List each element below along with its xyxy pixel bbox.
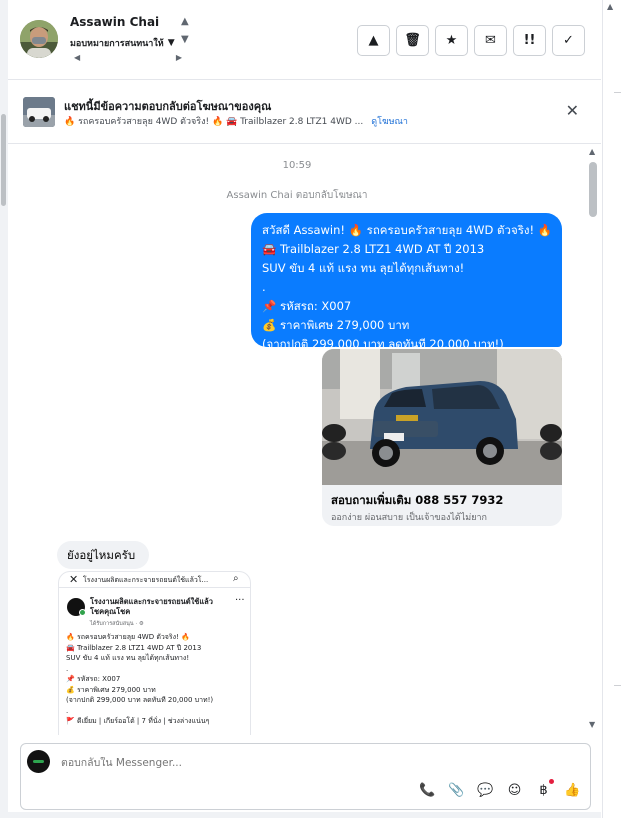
ad-reply-banner: แชทนี้มีข้อความตอบกลับต่อโฆษณาของคุณ 🔥 ร…: [8, 80, 601, 144]
attach-button[interactable]: 📎: [448, 782, 465, 798]
scroll-up-icon[interactable]: ▲: [181, 16, 189, 27]
conversation-header: Assawin Chai มอบหมายการสนทนาให้ ▼ ◀ ▶ ▲ …: [8, 0, 601, 80]
chat-bubble-icon: 💬: [477, 782, 494, 798]
star-icon: ★: [445, 33, 458, 48]
phone-plus-icon: 📞: [419, 782, 436, 798]
outgoing-message-line: 📌 รหัสรถ: X007: [262, 299, 352, 313]
message-composer: 📞 📎 💬 ☺ ฿ 👍: [20, 743, 591, 810]
shared-post-line: 📌 รหัสรถ: X007: [66, 675, 121, 683]
emoji-button[interactable]: ☺: [507, 782, 522, 798]
shared-post-line: (จากปกติ 299,000 บาท ลดทันที 20,000 บาท!…: [66, 696, 214, 704]
payment-button[interactable]: ฿: [536, 779, 554, 798]
outgoing-message-line: 💰 ราคาพิเศษ 279,000 บาท: [262, 318, 410, 332]
assign-horizontal-scroll[interactable]: ◀ ▶: [74, 53, 182, 63]
shared-post-body: 🔥 รถครอบครัวสายลุย 4WD ตัวจริง! 🔥 🚘 Trail…: [66, 632, 213, 727]
page-avatar: [27, 750, 50, 773]
shared-post-page-name: โรงงานผลิตและกระจายรถยนต์ใช้แล้ว โชคคุณโ…: [90, 597, 213, 616]
ad-reply-note: Assawin Chai ตอบกลับโฆษณา: [226, 190, 368, 201]
message-timestamp: 10:59: [282, 160, 312, 171]
inbox-conversation-panel: ▲ Assawin Chai มอบหมายการสนทนาให้ ▼ ◀ ▶ …: [0, 0, 621, 818]
assign-label: มอบหมายการสนทนาให้: [70, 39, 164, 49]
conversation-actions: ▲ 🗑 ★ ✉!! ✓: [357, 25, 585, 56]
outgoing-message-line: .: [262, 280, 266, 294]
shared-post-line: SUV ขับ 4 แท้ แรง ทน ลุยได้ทุกเส้นทาง!: [66, 654, 190, 662]
card-title: สอบถามเพิ่มเติม 088 557 7932: [331, 493, 504, 507]
report-button[interactable]: ▲: [357, 25, 390, 56]
like-button[interactable]: 👍: [564, 782, 581, 798]
bottom-scrollbar[interactable]: [8, 812, 601, 818]
outgoing-message-line: SUV ขับ 4 แท้ แรง ทน ลุยได้ทุกเส้นทาง!: [262, 261, 465, 275]
delete-button[interactable]: 🗑: [396, 25, 429, 56]
left-scrollbar[interactable]: [0, 0, 8, 818]
incoming-message-bubble[interactable]: ยังอยู่ไหมครับ: [57, 541, 149, 569]
close-icon: ✕: [69, 573, 79, 586]
shared-post-meta: ได้รับการสนับสนุน · ⚙: [90, 621, 144, 627]
scroll-down-icon[interactable]: ▼: [181, 34, 189, 45]
warning-icon: ▲: [368, 33, 379, 48]
shared-post-line: 🚘 Trailblazer 2.8 LTZ1 4WD AT ปี 2013: [66, 643, 202, 652]
divider: [614, 685, 621, 686]
notification-dot: [549, 779, 554, 784]
check-icon: ✓: [563, 33, 574, 48]
shared-post-line: 🔥 รถครอบครัวสายลุย 4WD ตัวจริง! 🔥: [66, 633, 190, 641]
ad-banner-subtitle-text: 🔥 รถครอบครัวสายลุย 4WD ตัวจริง! 🔥 🚘 Trai…: [64, 117, 364, 127]
more-options-icon: ···: [235, 595, 245, 606]
scroll-left-icon[interactable]: ◀: [74, 53, 80, 62]
trash-icon: 🗑: [404, 33, 421, 48]
shared-post-topbar: ✕ โรงงานผลิตและกระจายรถยนต์ใช้แล้วโ... ⌕: [59, 572, 250, 588]
ad-banner-title: แชทนี้มีข้อความตอบกลับต่อโฆษณาของคุณ: [64, 100, 272, 113]
star-button[interactable]: ★: [435, 25, 468, 56]
shared-post-line: 💰 ราคาพิเศษ 279,000 บาท: [66, 685, 156, 694]
shared-post-top-text: โรงงานผลิตและกระจายรถยนต์ใช้แล้วโ...: [83, 576, 209, 584]
composer-toolbar: 📞 📎 💬 ☺ ฿ 👍: [419, 779, 581, 798]
caret-down-icon: ▼: [167, 38, 175, 48]
contact-avatar[interactable]: [20, 20, 58, 58]
page-scrollbar[interactable]: ▲: [602, 0, 621, 818]
page-scroll-up-icon[interactable]: ▲: [607, 2, 613, 11]
thread-scrollbar-thumb[interactable]: [589, 162, 597, 217]
scroll-up-icon[interactable]: ▲: [589, 147, 595, 156]
shared-post-line: 🚩 ดีเยี่ยม | เกียร์ออโต้ | 7 ที่นั่ง | ช…: [66, 717, 210, 725]
shared-post-line: .: [66, 706, 69, 715]
scroll-down-icon[interactable]: ▼: [589, 720, 595, 729]
priority-icon: !!: [523, 33, 536, 48]
car-photo[interactable]: [322, 349, 562, 485]
reply-input[interactable]: [61, 757, 361, 769]
contact-name[interactable]: Assawin Chai: [70, 15, 159, 29]
done-button[interactable]: ✓: [552, 25, 585, 56]
header-vertical-scroll[interactable]: ▲ ▼: [180, 16, 192, 50]
shared-post-line: .: [66, 664, 69, 673]
priority-button[interactable]: !!: [513, 25, 546, 56]
saved-replies-button[interactable]: 💬: [477, 782, 494, 798]
mark-unread-button[interactable]: ✉: [474, 25, 507, 56]
ad-image-card[interactable]: สอบถามเพิ่มเติม 088 557 7932 ออกง่าย ผ่อ…: [322, 349, 562, 526]
thread-scrollbar[interactable]: ▲ ▼: [586, 145, 601, 735]
shared-post-screenshot[interactable]: ✕ โรงงานผลิตและกระจายรถยนต์ใช้แล้วโ... ⌕…: [58, 571, 251, 735]
view-ad-link[interactable]: ดูโฆษณา: [371, 117, 408, 127]
payment-icon: ฿: [539, 782, 548, 798]
page-avatar: [67, 598, 86, 616]
envelope-open-icon: ✉: [485, 33, 496, 48]
ad-thumbnail[interactable]: [23, 97, 55, 127]
smiley-icon: ☺: [507, 782, 522, 798]
message-thread[interactable]: 10:59 Assawin Chai ตอบกลับโฆษณา สวัสดี A…: [8, 145, 586, 735]
left-scrollbar-thumb[interactable]: [1, 114, 6, 206]
thumbs-up-icon: 👍: [564, 782, 581, 798]
call-button[interactable]: 📞: [419, 782, 436, 798]
outgoing-message-line: สวัสดี Assawin! 🔥 รถครอบครัวสายลุย 4WD ต…: [262, 223, 553, 237]
paperclip-icon: 📎: [448, 782, 465, 798]
divider: [614, 92, 621, 93]
close-icon[interactable]: ✕: [566, 101, 579, 120]
outgoing-message-line: 🚘 Trailblazer 2.8 LTZ1 4WD AT ปี 2013: [262, 242, 485, 256]
ad-banner-subtitle: 🔥 รถครอบครัวสายลุย 4WD ตัวจริง! 🔥 🚘 Trai…: [64, 114, 408, 128]
search-icon: ⌕: [233, 573, 239, 584]
assign-conversation-dropdown[interactable]: มอบหมายการสนทนาให้ ▼: [70, 36, 175, 50]
scroll-right-icon[interactable]: ▶: [176, 53, 182, 62]
outgoing-message-bubble[interactable]: สวัสดี Assawin! 🔥 รถครอบครัวสายลุย 4WD ต…: [251, 213, 562, 351]
card-subtitle: ออกง่าย ผ่อนสบาย เป็นเจ้าของได้ไม่ยาก: [331, 513, 487, 523]
